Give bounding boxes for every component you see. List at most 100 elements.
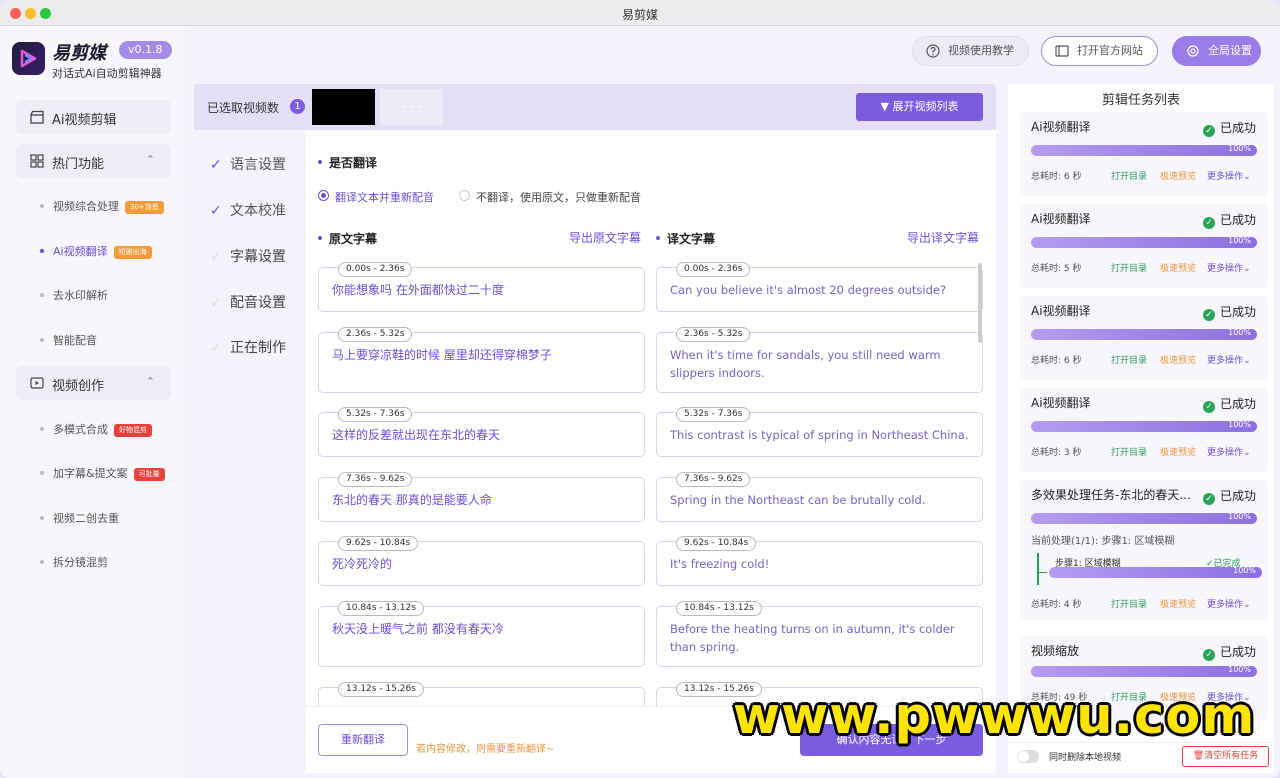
clear-all-tasks-button[interactable]: 🗑清空所有任务 [1182,746,1269,767]
quick-preview-link[interactable]: 极速预览 [1160,261,1196,274]
translated-subtitle-item[interactable]: 0.00s - 2.36s Can you believe it's almos… [656,262,983,312]
nav-hot-features[interactable]: 热门功能 ⌃ [16,144,171,178]
subtitle-timecode: 0.00s - 2.36s [338,262,413,277]
sidebar-item-smart-dubbing[interactable]: 智能配音 [40,332,97,348]
more-actions-dropdown[interactable]: 更多操作⌄ [1207,169,1251,182]
original-subtitle-item[interactable]: 5.32s - 7.36s 这样的反差就出现在东北的春天 [318,407,645,457]
task-status: ✓ 已成功 [1203,211,1256,229]
translated-subtitle-item[interactable]: 9.62s - 10.84s It's freezing cold! [656,536,983,586]
step-subtitle-settings[interactable]: ✓ 字幕设置 [210,246,286,266]
subtitle-timecode: 10.84s - 13.12s [338,601,424,616]
feature-badge: 好物混剪 [114,424,152,437]
quick-preview-link[interactable]: 极速预览 [1160,445,1196,458]
task-name: 多效果处理任务-东北的春天... [1031,488,1191,502]
retranslate-button[interactable]: 重新翻译 [318,724,408,756]
original-subtitle-item[interactable]: 2.36s - 5.32s 马上要穿凉鞋的时候 屋里却还得穿棉梦子 [318,327,645,393]
original-subtitle-item[interactable]: 9.62s - 10.84s 死冷死冷的 [318,536,645,586]
translated-subtitle-item[interactable]: 2.36s - 5.32s When it's time for sandals… [656,327,983,393]
step-producing[interactable]: ✓ 正在制作 [210,337,286,357]
sidebar-item-multi-compose[interactable]: 多模式合成 好物混剪 [40,421,152,437]
task-progress-bar: 100% [1031,420,1257,432]
substep-progress-bar: 100% [1049,566,1262,578]
steps-panel: ✓ 语言设置 ✓ 文本校准 ✓ 字幕设置 ✓ 配音设置 ✓ 正在制作 [194,130,306,773]
task-name: Ai视频翻译 [1031,304,1091,318]
main-content: 是否翻译 翻译文本并重新配音 不翻译，使用原文，只做重新配音 原文字幕 导出原文… [306,130,996,706]
export-original-subtitles-link[interactable]: 导出原文字幕 [569,229,641,246]
video-thumbnail[interactable] [312,89,375,125]
open-dir-link[interactable]: 打开目录 [1111,353,1147,366]
open-dir-link[interactable]: 打开目录 [1111,261,1147,274]
task-progress-bar: 100% [1031,236,1257,248]
sidebar-item-ai-translate[interactable]: Ai视频翻译 短剧出海 [40,243,152,259]
title-bar: 易剪媒 [0,0,1280,26]
sidebar-item-split-shots[interactable]: 拆分镜混剪 [40,554,108,570]
nav-ai-video-edit[interactable]: Ai视频剪辑 [16,100,171,134]
delete-local-toggle[interactable] [1017,750,1039,763]
step-text-calibrate[interactable]: ✓ 文本校准 [210,200,286,220]
open-dir-link[interactable]: 打开目录 [1111,445,1147,458]
grid-icon [30,154,44,168]
translated-subtitle-item[interactable]: 10.84s - 13.12s Before the heating turns… [656,601,983,667]
subtitle-timecode: 5.32s - 7.36s [676,407,751,422]
more-actions-dropdown[interactable]: 更多操作⌄ [1207,445,1251,458]
task-card: Ai视频翻译 ✓ 已成功 100% 总耗时: 3 秒 打开目录 极速预览 更多操作… [1020,388,1268,472]
sidebar-item-video-process[interactable]: 视频综合处理 30+场景 [40,198,164,214]
task-card: 多效果处理任务-东北的春天... ✓ 已成功 100% 当前处理(1/1): 步骤… [1020,480,1268,620]
quick-preview-link[interactable]: 极速预览 [1160,597,1196,610]
original-subtitle-item[interactable]: 13.12s - 15.26s [318,682,645,706]
subtitle-timecode: 9.62s - 10.84s [338,536,419,551]
nav-video-create[interactable]: 视频创作 ⌃ [16,366,171,400]
more-actions-dropdown[interactable]: 更多操作⌄ [1207,353,1251,366]
sidebar-item-remove-watermark[interactable]: 去水印解析 [40,287,108,303]
task-duration: 总耗时: 5 秒 [1031,264,1082,274]
export-translated-subtitles-link[interactable]: 导出译文字幕 [907,229,979,246]
check-icon: ✓ [210,295,222,311]
radio-translate-redub[interactable]: 翻译文本并重新配音 [318,189,434,205]
task-name: Ai视频翻译 [1031,212,1091,226]
quick-preview-link[interactable]: 极速预览 [1160,353,1196,366]
more-actions-dropdown[interactable]: 更多操作⌄ [1207,597,1251,610]
original-subtitle-item[interactable]: 7.36s - 9.62s 东北的春天 那真的是能要人命 [318,472,645,522]
sidebar-item-add-subtitles[interactable]: 加字幕&提文案 可批量 [40,465,165,481]
open-website-button[interactable]: 打开官方网站 [1041,36,1158,66]
open-dir-link[interactable]: 打开目录 [1111,597,1147,610]
task-card: Ai视频翻译 ✓ 已成功 100% 总耗时: 6 秒 打开目录 极速预览 更多操作… [1020,112,1268,196]
task-duration: 总耗时: 6 秒 [1031,172,1082,182]
task-name: Ai视频翻译 [1031,120,1091,134]
global-settings-button[interactable]: 全局设置 [1172,36,1261,66]
open-dir-link[interactable]: 打开目录 [1111,169,1147,182]
subtitle-timecode: 9.62s - 10.84s [676,536,757,551]
clapperboard-icon [30,110,44,124]
translated-subtitle-item[interactable]: 5.32s - 7.36s This contrast is typical o… [656,407,983,457]
radio-no-translate[interactable]: 不翻译，使用原文，只做重新配音 [459,189,641,205]
step-dubbing-settings[interactable]: ✓ 配音设置 [210,292,286,312]
subtitle-text: 秋天没上暖气之前 都没有春天冷 [332,622,504,636]
step-language[interactable]: ✓ 语言设置 [210,154,286,174]
subtitle-timecode: 7.36s - 9.62s [676,472,751,487]
bullet-icon [40,427,44,431]
task-progress-bar: 100% [1031,665,1257,677]
check-circle-icon: ✓ [1203,401,1215,413]
translated-subtitles-title: 译文字幕 [656,230,715,247]
subtitle-text: It's freezing cold! [670,557,770,571]
video-thumbnail-placeholder: - - - [380,89,443,125]
original-subtitle-item[interactable]: 10.84s - 13.12s 秋天没上暖气之前 都没有春天冷 [318,601,645,667]
original-subtitle-item[interactable]: 0.00s - 2.36s 你能想象吗 在外面都快过二十度 [318,262,645,312]
subtitle-timecode: 2.36s - 5.32s [338,327,413,342]
translated-subtitle-item[interactable]: 7.36s - 9.62s Spring in the Northeast ca… [656,472,983,522]
subtitle-text: 东北的春天 那真的是能要人命 [332,493,492,507]
bullet-icon [40,338,44,342]
tutorial-button[interactable]: 视频使用教学 [912,36,1029,66]
subtitle-timecode: 5.32s - 7.36s [338,407,413,422]
sidebar-item-dedup[interactable]: 视频二创去重 [40,510,119,526]
chevron-up-icon: ⌃ [145,375,155,388]
subtitle-scrollbar[interactable] [978,263,982,343]
expand-video-list-button[interactable]: ▼ 展开视频列表 [856,93,983,121]
task-panel-title: 剪辑任务列表 [1101,93,1180,108]
quick-preview-link[interactable]: 极速预览 [1160,169,1196,182]
more-actions-dropdown[interactable]: 更多操作⌄ [1207,261,1251,274]
subtitle-text: 马上要穿凉鞋的时候 屋里却还得穿棉梦子 [332,348,552,362]
bullet-icon [40,204,44,208]
nav-label: 热门功能 [52,157,105,172]
check-circle-icon: ✓ [1203,217,1215,229]
